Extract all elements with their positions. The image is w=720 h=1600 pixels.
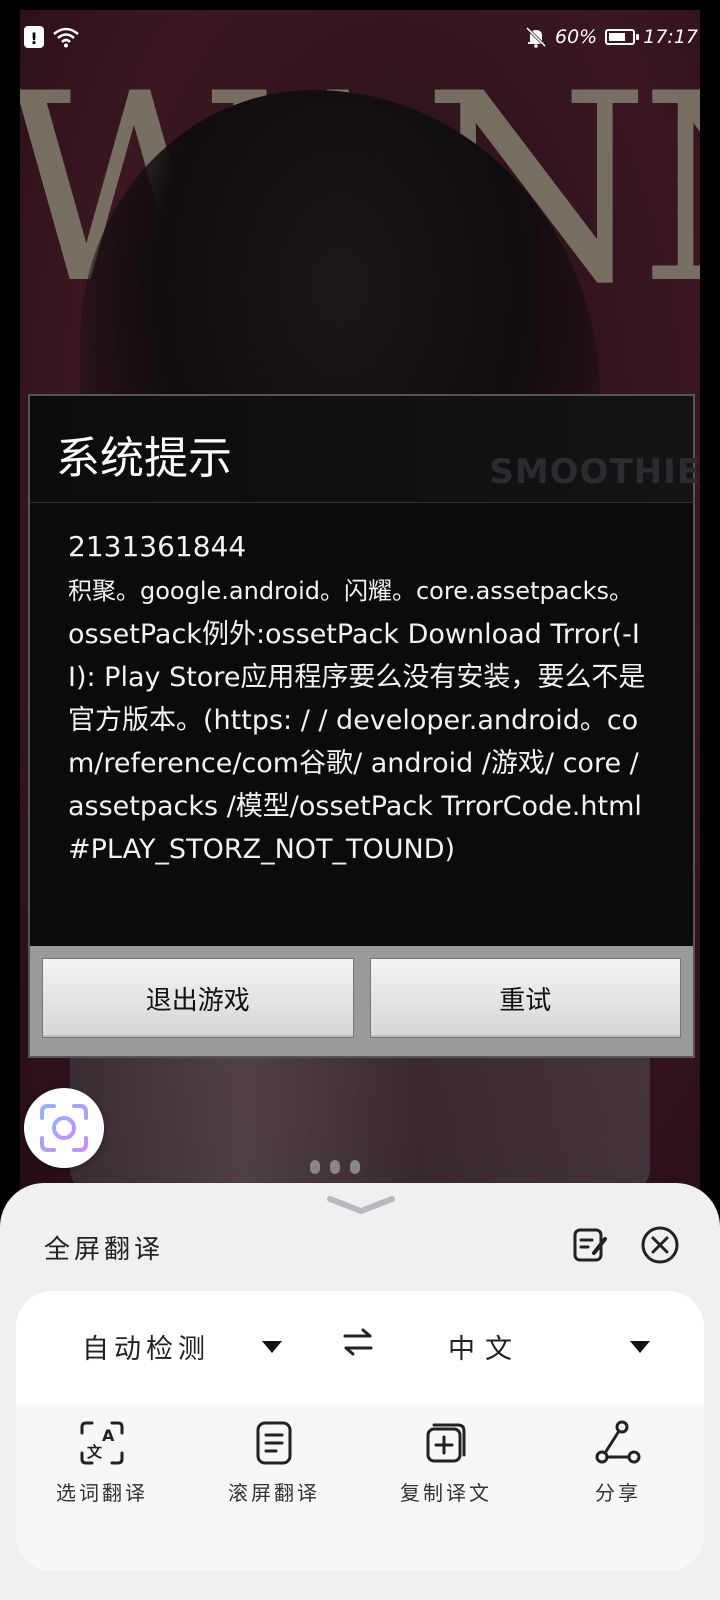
scroll-translate-icon (256, 1421, 292, 1465)
translate-panel: 全屏翻译 自动检测 中文 A 文 选词翻译 滚屏翻译 复制译文 分享 (0, 1183, 720, 1600)
background-watermark: SMOOTHIE (489, 452, 701, 492)
swap-languages-icon[interactable] (342, 1327, 374, 1357)
clock: 17:17 (643, 26, 698, 48)
dialog-title: 系统提示 (56, 433, 232, 484)
battery-icon (605, 29, 640, 45)
panel-title: 全屏翻译 (44, 1235, 165, 1265)
svg-text:A: A (102, 1426, 115, 1445)
close-icon[interactable] (640, 1225, 680, 1265)
exit-game-button[interactable]: 退出游戏 (42, 958, 354, 1038)
battery-percent: 60% (555, 26, 598, 48)
retry-button[interactable]: 重试 (369, 958, 681, 1038)
dialog-body: 2131361844 积聚。google.android。闪耀。core.ass… (30, 503, 693, 893)
select-translate-button[interactable]: A 文 选词翻译 (16, 1403, 188, 1571)
screen-translate-lens-button[interactable] (24, 1088, 104, 1168)
select-translate-icon: A 文 (80, 1421, 124, 1465)
system-alert-dialog: 系统提示 SMOOTHIE 2131361844 积聚。google.andro… (28, 394, 700, 1058)
tool-label: 滚屏翻译 (228, 1481, 320, 1505)
scroll-translate-button[interactable]: 滚屏翻译 (188, 1403, 360, 1571)
error-code: 2131361844 (68, 530, 247, 563)
share-icon (595, 1420, 641, 1464)
language-selector-row: 自动检测 中文 (16, 1291, 704, 1403)
status-bar: ! 60% 17:17 (0, 0, 720, 76)
share-button[interactable]: 分享 (532, 1403, 704, 1571)
mute-bell-icon (525, 26, 547, 48)
source-language-select[interactable]: 自动检测 (82, 1327, 210, 1366)
edit-icon[interactable] (570, 1225, 610, 1265)
tool-row: A 文 选词翻译 滚屏翻译 复制译文 分享 (16, 1403, 704, 1571)
svg-text:文: 文 (87, 1443, 103, 1461)
dialog-header: 系统提示 SMOOTHIE (30, 396, 700, 503)
dropdown-caret-icon[interactable] (260, 1339, 284, 1355)
tool-label: 复制译文 (400, 1481, 492, 1505)
lens-scan-icon (40, 1104, 88, 1152)
error-message: ossetPack例外:ossetPack Download Trror(-II… (68, 619, 648, 865)
tool-label: 选词翻译 (56, 1481, 148, 1505)
copy-translation-icon (426, 1423, 466, 1463)
dialog-actions: 退出游戏 重试 (30, 946, 693, 1056)
collapse-chevron-icon[interactable] (326, 1193, 396, 1217)
tool-label: 分享 (595, 1481, 641, 1505)
wifi-icon (53, 27, 79, 48)
dropdown-caret-icon[interactable] (628, 1339, 652, 1355)
alert-icon: ! (24, 26, 44, 48)
error-line: 积聚。google.android。闪耀。core.assetpacks。 (68, 577, 634, 605)
copy-translation-button[interactable]: 复制译文 (360, 1403, 532, 1571)
translate-options-card: 自动检测 中文 A 文 选词翻译 滚屏翻译 复制译文 分享 (16, 1291, 704, 1571)
target-language-select[interactable]: 中文 (448, 1327, 522, 1366)
